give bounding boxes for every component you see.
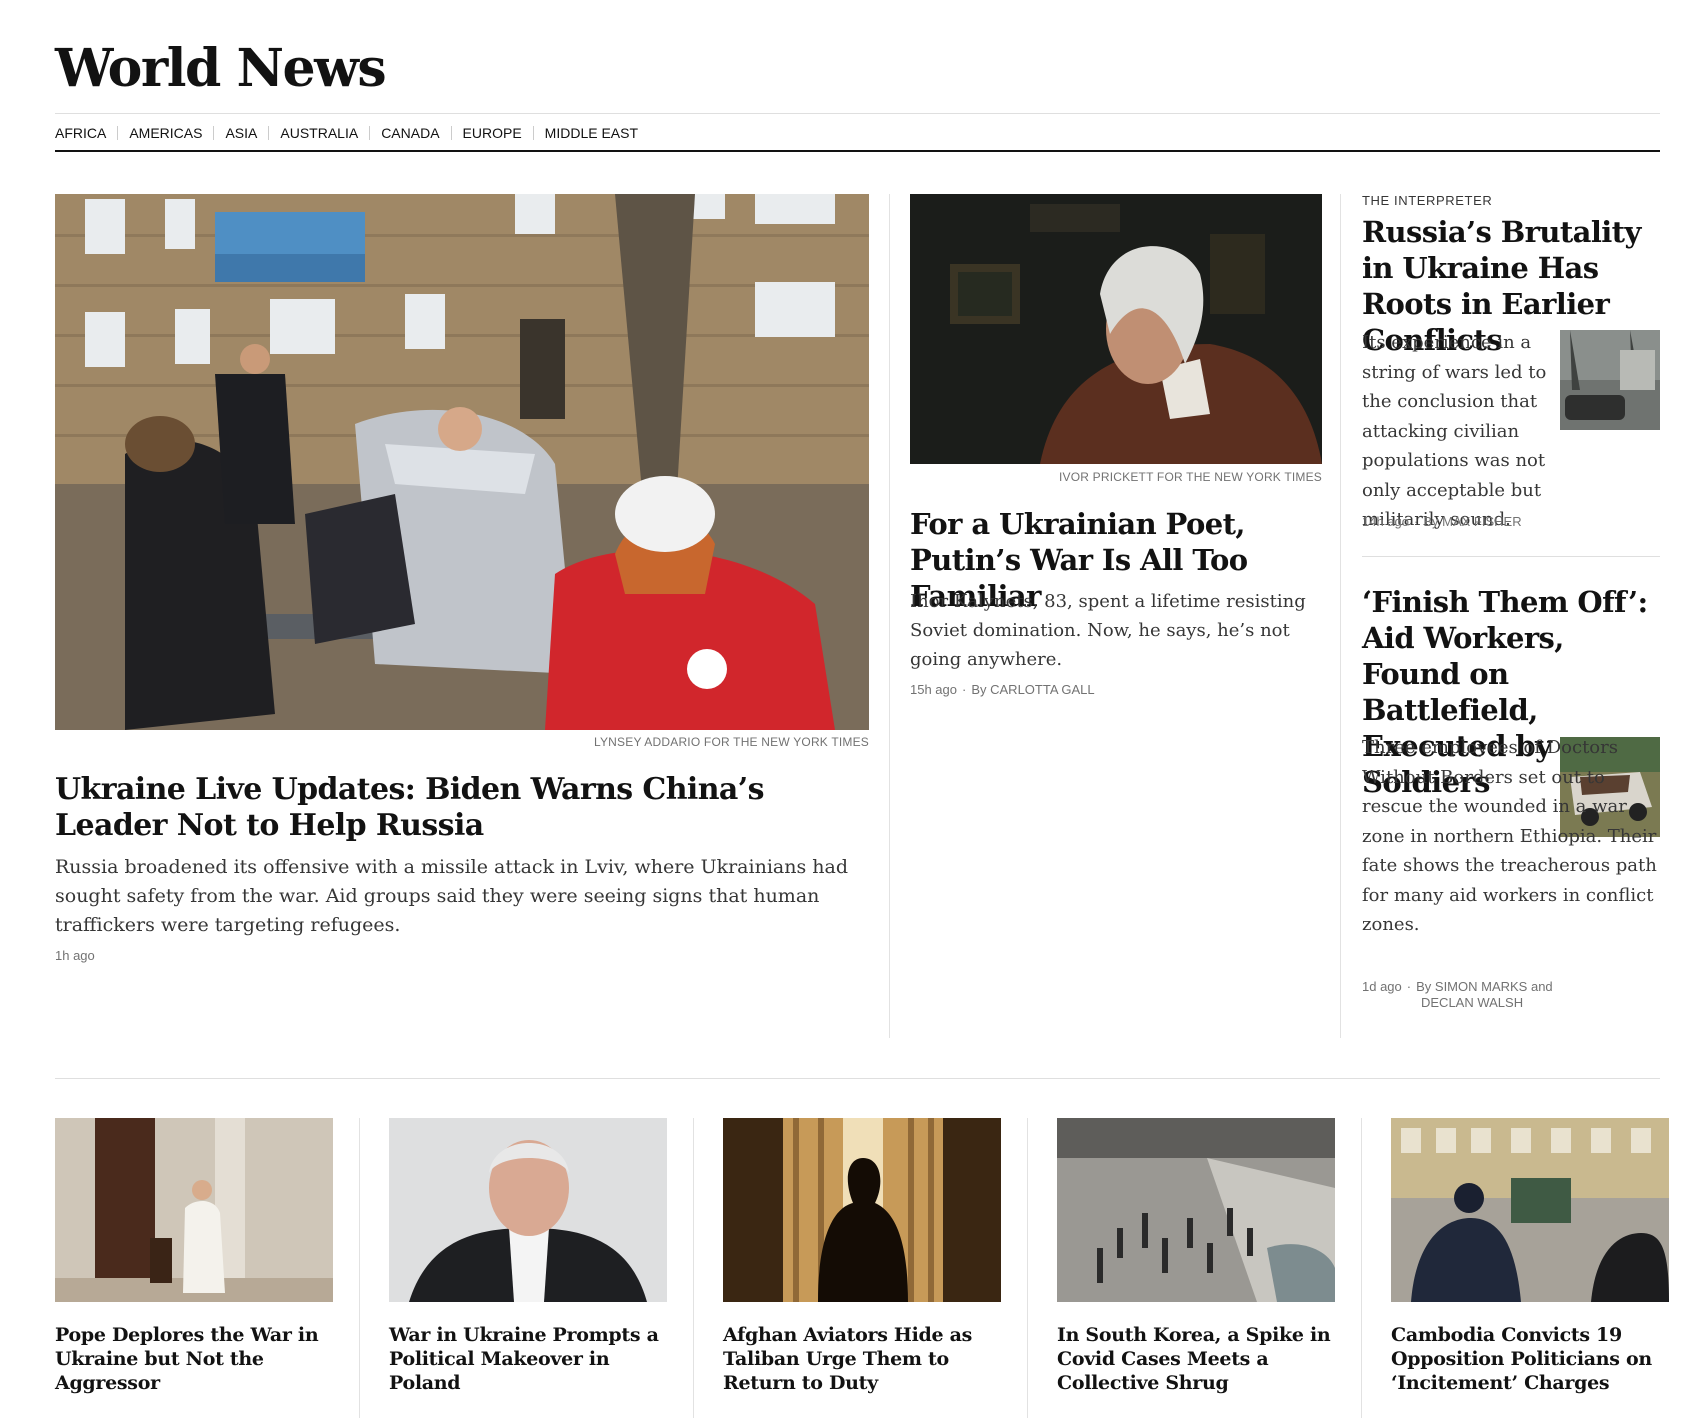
nav-australia[interactable]: AUSTRALIA [268, 126, 369, 140]
section-nav: AFRICA AMERICAS ASIA AUSTRALIA CANADA EU… [55, 124, 649, 142]
finish-byline-1[interactable]: By SIMON MARKS and [1416, 979, 1553, 994]
section-title: World News [55, 38, 387, 99]
divider [55, 113, 1660, 114]
second-photo-credit: IVOR PRICKETT FOR THE NEW YORK TIMES [1058, 470, 1322, 484]
second-photo[interactable] [910, 194, 1322, 464]
divider [1362, 556, 1660, 557]
column-divider [359, 1118, 360, 1418]
lead-headline[interactable]: Ukraine Live Updates: Biden Warns China’… [55, 772, 869, 844]
column-divider [889, 194, 890, 1038]
interpreter-summary-text: Its experience in a string of wars led t… [1362, 332, 1547, 530]
second-byline[interactable]: By CARLOTTA GALL [971, 682, 1094, 697]
lead-photo[interactable] [55, 194, 869, 730]
column-divider [693, 1118, 694, 1418]
bottom-photo-3[interactable] [723, 1118, 1001, 1302]
interpreter-kicker[interactable]: THE INTERPRETER [1362, 193, 1492, 208]
finish-meta: 1d ago · By SIMON MARKS and DECLAN WALSH [1362, 979, 1553, 1010]
nav-africa[interactable]: AFRICA [55, 126, 117, 140]
bottom-photo-4[interactable] [1057, 1118, 1335, 1302]
section-divider [55, 1078, 1660, 1079]
lead-timestamp: 1h ago [55, 948, 95, 963]
bottom-photo-1[interactable] [55, 1118, 333, 1302]
nav-divider [55, 150, 1660, 152]
bottom-headline-5[interactable]: Cambodia Convicts 19 Opposition Politici… [1391, 1323, 1671, 1395]
nav-europe[interactable]: EUROPE [450, 126, 533, 140]
nav-americas[interactable]: AMERICAS [117, 126, 213, 140]
column-divider [1361, 1118, 1362, 1418]
finish-byline-2[interactable]: DECLAN WALSH [1421, 995, 1523, 1010]
second-timestamp: 15h ago [910, 682, 957, 697]
lead-summary: Russia broadened its offensive with a mi… [55, 856, 848, 936]
lead-photo-credit: LYNSEY ADDARIO FOR THE NEW YORK TIMES [593, 735, 869, 749]
nav-canada[interactable]: CANADA [369, 126, 450, 140]
interpreter-byline[interactable]: By MAX FISHER [1423, 514, 1521, 529]
bottom-headline-2[interactable]: War in Ukraine Prompts a Political Makeo… [389, 1323, 669, 1395]
interpreter-meta: 14h ago · By MAX FISHER [1362, 514, 1522, 529]
bottom-headline-1[interactable]: Pope Deplores the War in Ukraine but Not… [55, 1323, 335, 1395]
column-divider [1027, 1118, 1028, 1418]
bottom-photo-2[interactable] [389, 1118, 667, 1302]
interpreter-summary: Its experience in a string of wars led t… [1362, 328, 1660, 535]
column-divider [1340, 194, 1341, 1038]
finish-summary: Three employees of Doctors Without Borde… [1362, 733, 1660, 940]
bottom-photo-5[interactable] [1391, 1118, 1669, 1302]
second-meta: 15h ago · By CARLOTTA GALL [910, 682, 1095, 697]
nav-middle-east[interactable]: MIDDLE EAST [532, 126, 649, 140]
interpreter-timestamp: 14h ago [1362, 514, 1409, 529]
bottom-headline-3[interactable]: Afghan Aviators Hide as Taliban Urge The… [723, 1323, 1003, 1395]
finish-timestamp: 1d ago [1362, 979, 1402, 994]
second-summary: Ihor Kalynets, 83, spent a lifetime resi… [910, 591, 1306, 670]
bottom-headline-4[interactable]: In South Korea, a Spike in Covid Cases M… [1057, 1323, 1337, 1395]
nav-asia[interactable]: ASIA [213, 126, 268, 140]
finish-summary-text: Three employees of Doctors Without Borde… [1362, 737, 1657, 935]
